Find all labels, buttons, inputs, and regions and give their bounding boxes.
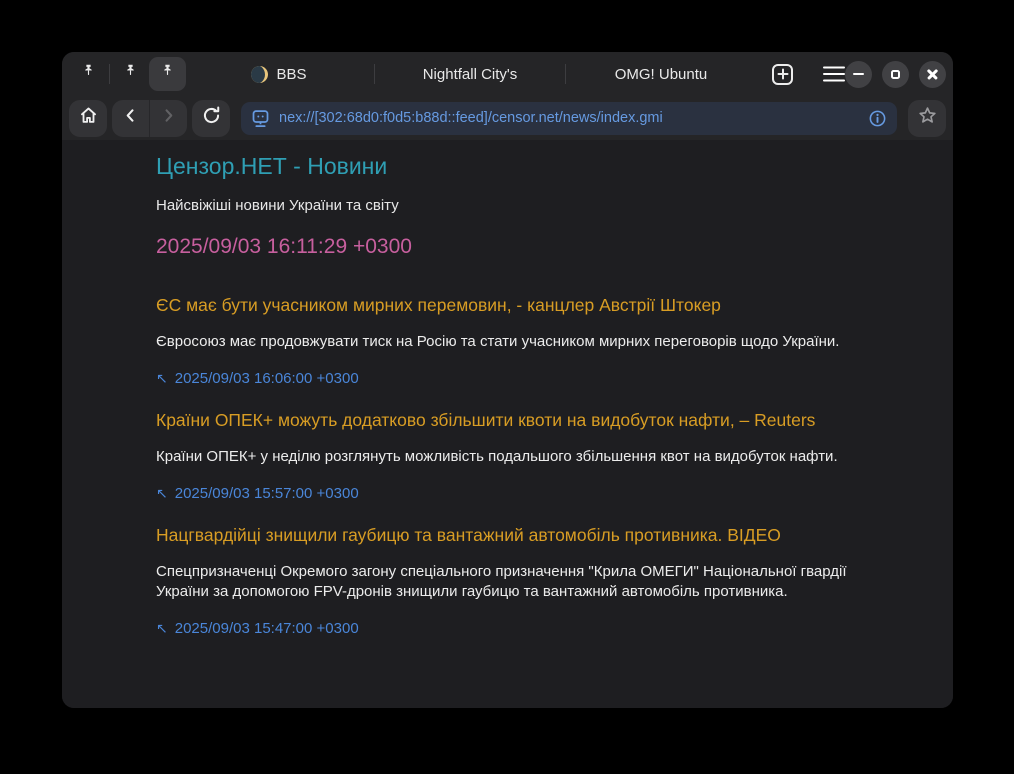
article-title: Нацгвардійці знищили гаубицю та вантажни… xyxy=(156,525,857,546)
tab-divider xyxy=(109,64,110,84)
pushpin-icon xyxy=(122,63,139,85)
minimize-icon xyxy=(853,73,864,76)
tab-omg-ubuntu[interactable]: OMG! Ubuntu xyxy=(568,52,754,96)
tab-label: Nightfall City's xyxy=(423,66,518,83)
close-button[interactable] xyxy=(919,61,946,88)
back-icon xyxy=(121,106,140,130)
maximize-icon xyxy=(891,70,900,79)
maximize-button[interactable] xyxy=(882,61,909,88)
news-article: Країни ОПЕК+ можуть додатково збільшити … xyxy=(156,410,857,503)
reload-button[interactable] xyxy=(192,100,230,137)
back-button[interactable] xyxy=(112,100,149,137)
url-text[interactable]: nex://[302:68d0:f0d5:b88d::feed]/censor.… xyxy=(279,110,860,126)
navigation-bar: nex://[302:68d0:f0d5:b88d::feed]/censor.… xyxy=(62,96,953,140)
article-timestamp-link[interactable]: ↖ 2025/09/03 15:47:00 +0300 xyxy=(156,620,359,637)
article-summary: Країни ОПЕК+ у неділю розглянуть можливі… xyxy=(156,447,848,466)
reload-icon xyxy=(201,105,222,131)
article-timestamp-link[interactable]: ↖ 2025/09/03 15:57:00 +0300 xyxy=(156,485,359,502)
pinned-tab-3-active[interactable] xyxy=(149,57,186,91)
pushpin-icon xyxy=(159,63,176,85)
page-tagline: Найсвіжіші новини України та світу xyxy=(156,197,857,214)
tab-divider xyxy=(565,64,566,84)
link-label: 2025/09/03 15:57:00 +0300 xyxy=(175,485,359,502)
minimize-button[interactable] xyxy=(845,61,872,88)
info-icon[interactable] xyxy=(868,109,887,128)
link-label: 2025/09/03 16:06:00 +0300 xyxy=(175,370,359,387)
article-summary: Євросоюз має продовжувати тиск на Росію … xyxy=(156,332,848,351)
news-article: Нацгвардійці знищили гаубицю та вантажни… xyxy=(156,525,857,637)
history-nav-group xyxy=(112,100,187,137)
tab-nightfall-citys[interactable]: Nightfall City's xyxy=(377,52,563,96)
link-arrow-icon: ↖ xyxy=(156,620,168,637)
home-icon xyxy=(78,105,99,131)
nex-terminal-icon xyxy=(250,108,271,129)
article-title: ЄС має бути учасником мирних перемовин, … xyxy=(156,295,857,316)
forward-button[interactable] xyxy=(150,100,187,137)
page-title: Цензор.НЕТ - Новини xyxy=(156,153,857,180)
bookmark-button[interactable] xyxy=(908,100,946,137)
tab-label: OMG! Ubuntu xyxy=(615,66,708,83)
page-content: Цензор.НЕТ - Новини Найсвіжіші новини Ук… xyxy=(62,140,953,708)
pushpin-icon xyxy=(80,63,97,85)
article-summary: Спецпризначенці Окремого загону спеціаль… xyxy=(156,562,848,600)
tab-label: BBS xyxy=(276,66,306,83)
browser-window: BBS Nightfall City's OMG! Ubuntu xyxy=(62,52,953,708)
tab-divider xyxy=(374,64,375,84)
hamburger-menu-icon[interactable] xyxy=(823,65,845,83)
link-arrow-icon: ↖ xyxy=(156,370,168,387)
close-icon xyxy=(926,68,939,81)
news-article: ЄС має бути учасником мирних перемовин, … xyxy=(156,295,857,388)
new-tab-icon[interactable] xyxy=(772,64,793,85)
article-timestamp-link[interactable]: ↖ 2025/09/03 16:06:00 +0300 xyxy=(156,370,359,387)
pinned-tab-1[interactable] xyxy=(70,57,107,91)
crescent-moon-icon xyxy=(251,66,268,83)
link-arrow-icon: ↖ xyxy=(156,485,168,502)
link-label: 2025/09/03 15:47:00 +0300 xyxy=(175,620,359,637)
star-icon xyxy=(917,105,938,131)
tab-bar: BBS Nightfall City's OMG! Ubuntu xyxy=(62,52,953,96)
article-title: Країни ОПЕК+ можуть додатково збільшити … xyxy=(156,410,857,431)
feed-updated-timestamp: 2025/09/03 16:11:29 +0300 xyxy=(156,235,857,259)
url-bar[interactable]: nex://[302:68d0:f0d5:b88d::feed]/censor.… xyxy=(241,102,897,135)
pinned-tab-2[interactable] xyxy=(112,57,149,91)
forward-icon xyxy=(159,106,178,130)
home-button[interactable] xyxy=(69,100,107,137)
tab-bbs[interactable]: BBS xyxy=(186,52,372,96)
